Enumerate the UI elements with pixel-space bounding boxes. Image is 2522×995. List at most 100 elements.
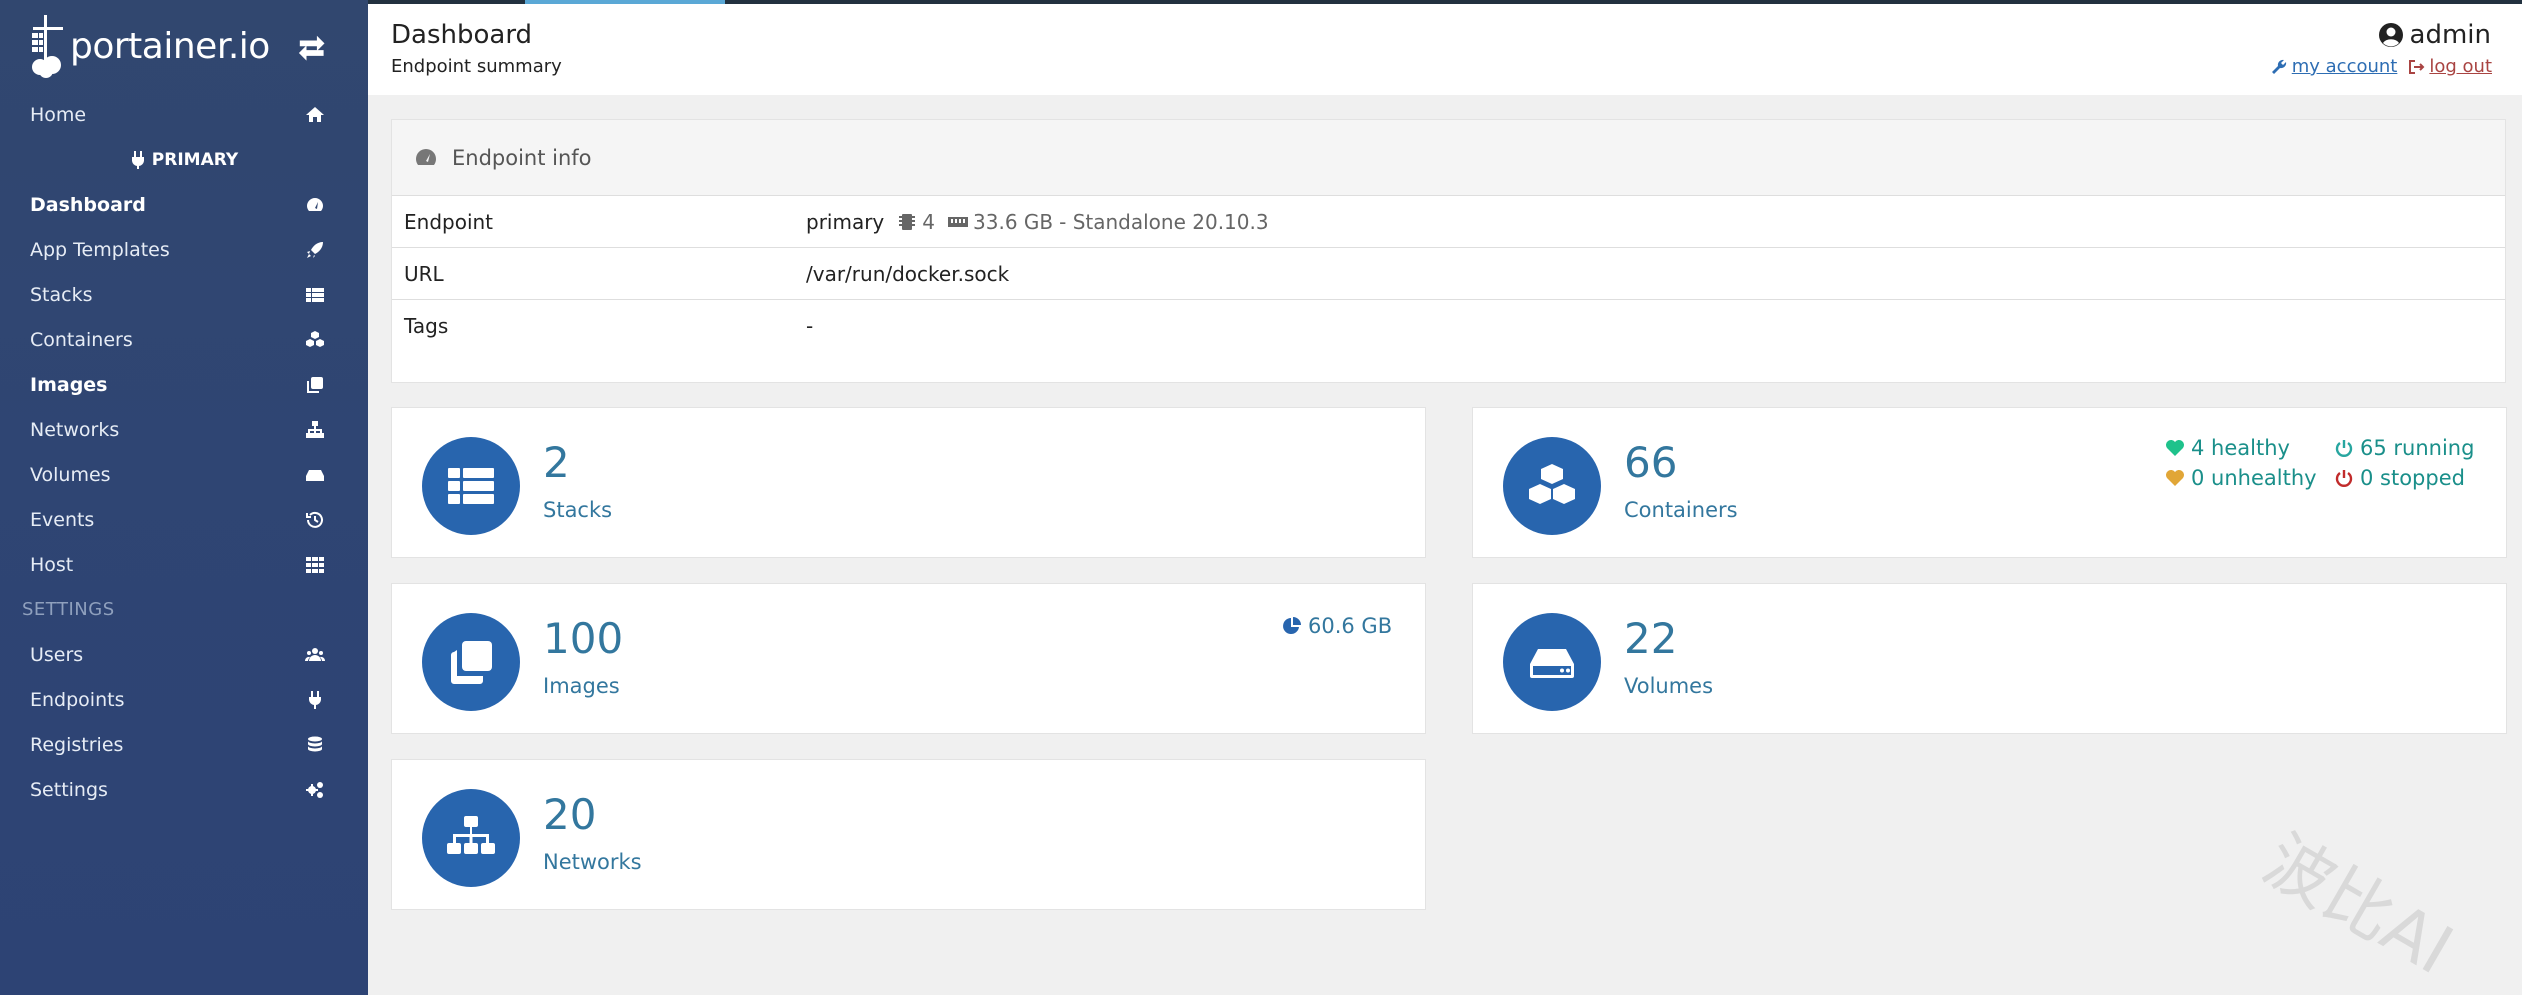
tags-row: Tags -	[392, 300, 2505, 352]
home-icon	[304, 104, 326, 126]
containers-running: 65 running	[2334, 436, 2474, 460]
wrench-icon	[2271, 59, 2286, 74]
microchip-icon	[899, 213, 916, 230]
sidebar-item-label: Volumes	[30, 463, 111, 486]
sidebar-item-volumes[interactable]: Volumes	[0, 452, 368, 497]
rocket-icon	[304, 239, 326, 261]
endpoint-row-key: Endpoint	[404, 209, 494, 234]
stacks-label: Stacks	[543, 498, 613, 522]
sidebar-item-label: Users	[30, 643, 84, 666]
sidebar-item-label: App Templates	[30, 238, 170, 261]
endpoint-name: primary	[806, 209, 885, 234]
sidebar-nav: Home PRIMARY Dashboard App Templates Sta…	[0, 92, 368, 812]
user-display: admin	[2378, 20, 2491, 50]
networks-count: 20	[543, 790, 597, 839]
sitemap-icon	[447, 816, 495, 854]
images-size: 60.6 GB	[1282, 614, 1392, 638]
stacks-count: 2	[543, 438, 570, 487]
stacks-tile[interactable]: 2 Stacks	[391, 407, 1426, 558]
sidebar-item-endpoints[interactable]: Endpoints	[0, 677, 368, 722]
sidebar-item-registries[interactable]: Registries	[0, 722, 368, 767]
th-list-icon	[448, 468, 494, 504]
endpoint-cpu: 4	[922, 209, 936, 234]
sidebar-item-users[interactable]: Users	[0, 632, 368, 677]
endpoint-info-header: Endpoint info	[392, 120, 2505, 196]
heartbeat-icon	[2166, 440, 2184, 456]
tags-row-value: -	[806, 314, 814, 338]
endpoint-mode: - Standalone 20.10.3	[1059, 209, 1269, 234]
sidebar-item-stacks[interactable]: Stacks	[0, 272, 368, 317]
user-name: admin	[2409, 20, 2491, 50]
sidebar-item-label: Images	[30, 373, 108, 396]
volumes-count: 22	[1624, 614, 1678, 663]
user-links: my account log out	[2270, 56, 2492, 77]
power-icon	[2335, 470, 2353, 487]
plug-icon	[131, 150, 144, 169]
page-header: Dashboard Endpoint summary admin my acco…	[368, 4, 2522, 95]
log-out-link[interactable]: log out	[2407, 56, 2492, 77]
url-row-key: URL	[404, 261, 444, 286]
brand-text: portainer.io	[70, 25, 270, 67]
images-label: Images	[543, 674, 620, 698]
images-count: 100	[543, 614, 624, 663]
th-icon	[304, 554, 326, 576]
sidebar-item-settings[interactable]: Settings	[0, 767, 368, 812]
sidebar-item-label: Home	[30, 103, 87, 126]
plug-icon	[304, 689, 326, 711]
sidebar-item-label: Registries	[30, 733, 124, 756]
endpoint-memory: 33.6 GB	[973, 209, 1054, 234]
endpoint-info-title: Endpoint info	[452, 145, 592, 170]
sidebar-item-label: Dashboard	[30, 193, 146, 216]
volumes-tile-icon	[1503, 613, 1601, 711]
sidebar-settings-header: SETTINGS	[22, 599, 115, 620]
sidebar-item-networks[interactable]: Networks	[0, 407, 368, 452]
brand[interactable]: portainer.io	[30, 12, 270, 80]
sidebar-item-events[interactable]: Events	[0, 497, 368, 542]
page-subtitle: Endpoint summary	[391, 56, 562, 77]
pie-chart-icon	[1283, 617, 1301, 634]
sidebar-item-containers[interactable]: Containers	[0, 317, 368, 362]
heartbeat-icon	[2166, 470, 2184, 486]
sidebar-item-label: Settings	[30, 778, 108, 801]
hdd-icon	[1530, 649, 1574, 678]
containers-label: Containers	[1624, 498, 1738, 522]
my-account-link[interactable]: my account	[2270, 56, 2397, 77]
sidebar-item-home[interactable]: Home	[0, 92, 368, 137]
endpoint-info-widget: Endpoint info Endpoint primary 4 33.6 GB…	[391, 119, 2506, 383]
networks-tile[interactable]: 20 Networks	[391, 759, 1426, 910]
sidebar-item-host[interactable]: Host	[0, 542, 368, 587]
sidebar-item-label: Stacks	[30, 283, 93, 306]
networks-tile-icon	[422, 789, 520, 887]
portainer-logo-icon	[30, 13, 66, 79]
endpoint-row-value: primary 4 33.6 GB - Standalone 20.10.3	[806, 210, 1269, 234]
cogs-icon	[304, 779, 326, 801]
url-row-value: /var/run/docker.sock	[806, 261, 1010, 286]
images-tile-icon	[422, 613, 520, 711]
tachometer-icon	[304, 194, 326, 216]
sidebar-item-images[interactable]: Images	[0, 362, 368, 407]
users-icon	[304, 644, 326, 666]
power-icon	[2335, 440, 2353, 457]
sidebar-item-label: Events	[30, 508, 95, 531]
endpoint-row: Endpoint primary 4 33.6 GB - Standalone …	[392, 196, 2505, 248]
sidebar-toggle-icon[interactable]	[296, 33, 328, 65]
cubes-icon	[1529, 464, 1575, 504]
volumes-tile[interactable]: 22 Volumes	[1472, 583, 2507, 734]
tags-row-key: Tags	[404, 314, 449, 338]
sidebar-item-app-templates[interactable]: App Templates	[0, 227, 368, 272]
url-row: URL /var/run/docker.sock	[392, 248, 2505, 300]
containers-tile[interactable]: 66 Containers 4 healthy 0 unhealthy 65 r…	[1472, 407, 2507, 558]
sidebar-item-label: Host	[30, 553, 74, 576]
tachometer-icon	[416, 148, 436, 165]
images-tile[interactable]: 100 Images 60.6 GB	[391, 583, 1426, 734]
networks-label: Networks	[543, 850, 642, 874]
containers-tile-icon	[1503, 437, 1601, 535]
sidebar-item-label: Containers	[30, 328, 133, 351]
th-list-icon	[304, 284, 326, 306]
database-icon	[304, 734, 326, 756]
sidebar-item-dashboard[interactable]: Dashboard	[0, 182, 368, 227]
user-circle-icon	[2378, 23, 2403, 47]
sidebar-endpoint-label: PRIMARY	[0, 137, 368, 182]
sidebar: portainer.io Home PRIMARY Dashboard App …	[0, 0, 368, 995]
sitemap-icon	[304, 419, 326, 441]
